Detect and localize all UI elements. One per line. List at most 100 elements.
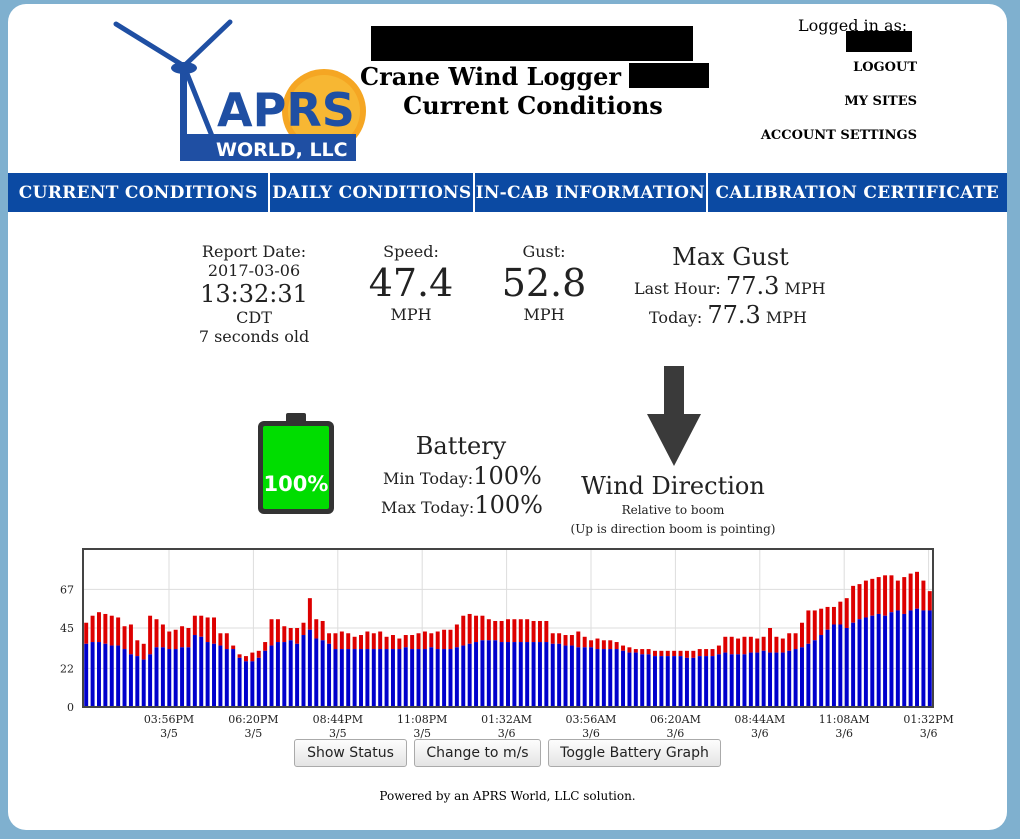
chart-bar-gust bbox=[908, 573, 913, 611]
chart-bar-gust bbox=[180, 626, 185, 648]
chart-bar-gust bbox=[474, 615, 479, 643]
chart-bar-speed bbox=[167, 649, 172, 707]
chart-bar-speed bbox=[96, 642, 101, 707]
chart-bar-speed bbox=[883, 615, 888, 707]
chart-bar-gust bbox=[422, 631, 427, 650]
chart-bar-speed bbox=[448, 649, 453, 707]
chart-bar-speed bbox=[595, 649, 600, 707]
chart-bar-gust bbox=[160, 624, 165, 648]
battery-min-value: 100% bbox=[473, 462, 542, 490]
chart-bar-speed bbox=[684, 657, 689, 707]
chart-bar-speed bbox=[895, 610, 900, 707]
chart-bar-speed bbox=[691, 657, 696, 707]
toggle-battery-graph-button[interactable]: Toggle Battery Graph bbox=[548, 739, 721, 767]
tab-daily-conditions[interactable]: DAILY CONDITIONS bbox=[270, 173, 476, 212]
chart-bar-speed bbox=[378, 649, 383, 707]
chart-bar-gust bbox=[429, 633, 434, 648]
chart-bar-gust bbox=[141, 643, 146, 660]
chart-x-tick-date: 3/6 bbox=[751, 727, 769, 740]
chart-bar-gust bbox=[800, 622, 804, 648]
chart-bar-speed bbox=[154, 647, 159, 707]
chart-bar-gust bbox=[512, 619, 517, 643]
chart-bar-speed bbox=[231, 649, 236, 707]
main-nav: CURRENT CONDITIONS DAILY CONDITIONS IN-C… bbox=[8, 173, 1007, 212]
chart-bar-speed bbox=[787, 650, 792, 707]
chart-bar-speed bbox=[902, 613, 907, 707]
chart-bar-gust bbox=[448, 629, 453, 650]
change-units-button[interactable]: Change to m/s bbox=[414, 739, 541, 767]
chart-bar-gust bbox=[128, 624, 133, 655]
tab-calibration-certificate[interactable]: CALIBRATION CERTIFICATE bbox=[708, 173, 1007, 212]
chart-bar-speed bbox=[857, 619, 862, 707]
chart-bar-gust bbox=[435, 631, 440, 650]
chart-bar-speed bbox=[403, 647, 408, 707]
chart-bar-gust bbox=[499, 620, 504, 643]
chart-bar-gust bbox=[544, 620, 549, 643]
chart-bar-speed bbox=[224, 649, 229, 707]
max-gust-today-value: 77.3 bbox=[707, 301, 761, 329]
chart-bar-speed bbox=[371, 649, 376, 707]
chart-bar-gust bbox=[806, 610, 811, 644]
chart-bar-speed bbox=[723, 652, 728, 707]
chart-bar-gust bbox=[199, 615, 204, 637]
chart-bar-speed bbox=[416, 649, 421, 707]
battery-icon: 100% bbox=[258, 413, 334, 514]
chart-bar-gust bbox=[525, 619, 530, 643]
aprs-world-logo[interactable]: APRS WORLD, LLC bbox=[112, 16, 368, 166]
chart-bar-speed bbox=[141, 659, 146, 707]
chart-bar-speed bbox=[160, 647, 165, 707]
chart-bar-speed bbox=[748, 652, 753, 707]
chart-bar-gust bbox=[787, 633, 792, 651]
show-status-button[interactable]: Show Status bbox=[294, 739, 407, 767]
chart-bar-speed bbox=[704, 656, 709, 707]
chart-bar-gust bbox=[186, 628, 191, 648]
chart-bar-speed bbox=[915, 608, 920, 707]
chart-bar-gust bbox=[263, 642, 268, 651]
chart-bar-gust bbox=[461, 615, 466, 646]
account-settings-link[interactable]: ACCOUNT SETTINGS bbox=[761, 128, 917, 143]
chart-bar-gust bbox=[768, 628, 773, 653]
redacted-block bbox=[371, 26, 693, 61]
chart-bar-speed bbox=[442, 649, 447, 707]
page-card: APRS WORLD, LLC Crane Wind Logger Curren… bbox=[8, 4, 1007, 830]
chart-bar-speed bbox=[633, 652, 638, 707]
chart-bar-speed bbox=[480, 640, 485, 707]
chart-y-tick-label: 67 bbox=[60, 583, 74, 596]
chart-bar-gust bbox=[518, 619, 523, 643]
chart-x-tick-label: 11:08PM bbox=[397, 713, 447, 726]
chart-bar-gust bbox=[883, 575, 888, 616]
chart-bar-speed bbox=[199, 636, 204, 707]
chart-bar-gust bbox=[480, 615, 485, 641]
chart-x-tick-label: 06:20AM bbox=[650, 713, 701, 726]
chart-bar-speed bbox=[851, 622, 856, 707]
chart-bar-gust bbox=[646, 649, 651, 655]
chart-bar-speed bbox=[288, 640, 293, 707]
chart-bar-gust bbox=[192, 615, 197, 636]
report-timezone: CDT bbox=[236, 308, 272, 327]
logout-link[interactable]: LOGOUT bbox=[853, 60, 917, 75]
chart-bar-speed bbox=[659, 656, 664, 707]
chart-bar-speed bbox=[422, 649, 427, 707]
chart-bar-gust bbox=[723, 636, 728, 653]
chart-bar-gust bbox=[621, 645, 626, 651]
chart-bar-speed bbox=[672, 656, 677, 707]
speed-unit: MPH bbox=[390, 305, 432, 324]
chart-bar-gust bbox=[84, 622, 89, 644]
chart-bar-speed bbox=[90, 642, 95, 707]
chart-bar-gust bbox=[736, 638, 741, 655]
chart-bar-gust bbox=[288, 628, 293, 641]
report-date-label: Report Date: bbox=[201, 242, 307, 261]
chart-bar-speed bbox=[512, 642, 517, 707]
chart-bar-gust bbox=[371, 633, 376, 650]
chart-bar-speed bbox=[601, 649, 606, 707]
chart-bar-speed bbox=[116, 645, 121, 707]
chart-bar-gust bbox=[915, 571, 920, 609]
chart-bar-gust bbox=[576, 631, 581, 648]
chart-bar-speed bbox=[518, 642, 523, 707]
powered-by-footer: Powered by an APRS World, LLC solution. bbox=[379, 789, 636, 803]
chart-bar-gust bbox=[857, 584, 862, 620]
tab-in-cab-information[interactable]: IN-CAB INFORMATION bbox=[475, 173, 708, 212]
chart-bar-gust bbox=[365, 631, 370, 650]
my-sites-link[interactable]: MY SITES bbox=[844, 94, 917, 109]
tab-current-conditions[interactable]: CURRENT CONDITIONS bbox=[8, 173, 271, 212]
